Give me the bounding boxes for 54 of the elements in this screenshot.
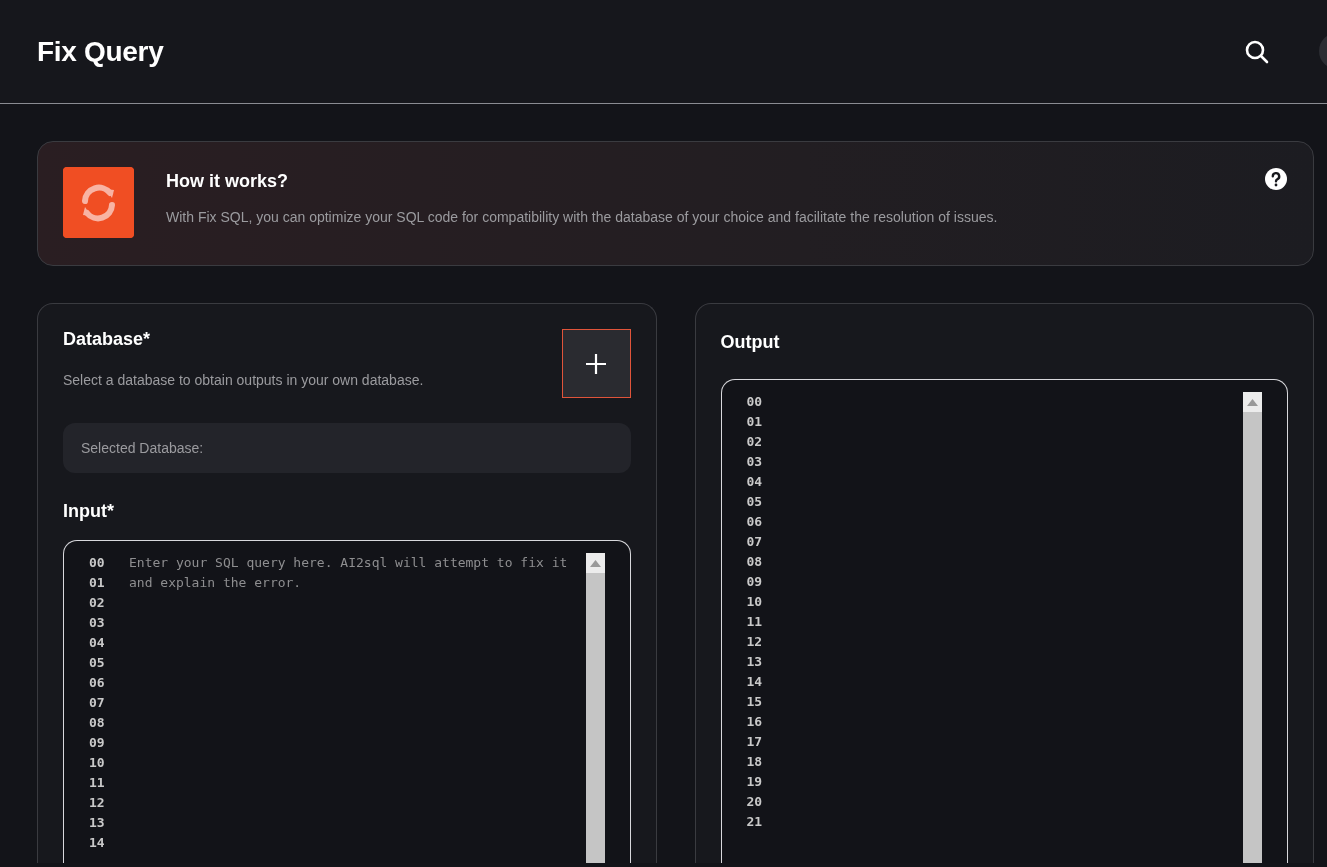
- line-number: 01: [89, 574, 106, 592]
- line-number: 00: [746, 393, 764, 411]
- line-number: 21: [746, 813, 764, 831]
- line-number: 02: [89, 594, 106, 612]
- line-number: 20: [746, 793, 764, 811]
- line-number: 11: [89, 774, 106, 792]
- line-number: 13: [746, 653, 764, 671]
- line-number: 09: [746, 573, 764, 591]
- line-number: 13: [89, 814, 106, 832]
- sql-input-field[interactable]: 00 01 02 03 04 05 06 07 08 09 10 11 12 13 14 Enter your SQL query here. AI2sql will attempt to fix it and explain the error.: [63, 540, 631, 863]
- line-number: 00: [89, 554, 106, 572]
- page-title: Fix Query: [37, 35, 165, 68]
- line-number: 12: [746, 633, 764, 651]
- database-label: Database*: [63, 329, 152, 350]
- line-number: 14: [89, 834, 106, 852]
- line-number: 12: [89, 794, 106, 812]
- line-number: 08: [89, 714, 106, 732]
- line-number: 06: [746, 513, 764, 531]
- selected-database-field[interactable]: Selected Database:: [63, 423, 631, 473]
- line-number: 05: [746, 493, 764, 511]
- line-number: 10: [746, 593, 764, 611]
- search-icon[interactable]: [1244, 38, 1270, 65]
- plus-icon: [585, 352, 607, 375]
- line-number: 16: [746, 713, 764, 731]
- line-number: 19: [746, 773, 764, 791]
- line-number: 07: [89, 694, 106, 712]
- line-number: 18: [746, 753, 764, 771]
- line-number: 17: [746, 733, 764, 751]
- info-description: With Fix SQL, you can optimize your SQL code for compatibility with the database of your choice and facilitate the resolution of issues.: [166, 209, 999, 225]
- scroll-up-icon[interactable]: [1247, 398, 1258, 406]
- info-title: How it works?: [166, 171, 289, 192]
- line-number: 06: [89, 674, 106, 692]
- line-number: 08: [746, 553, 764, 571]
- line-number: 04: [89, 634, 106, 652]
- line-number: 01: [746, 413, 764, 431]
- line-number: 15: [746, 693, 764, 711]
- output-label: Output: [720, 332, 781, 353]
- input-label: Input*: [63, 501, 115, 522]
- line-number: 05: [89, 654, 106, 672]
- scrollbar[interactable]: [1243, 392, 1262, 863]
- add-database-button[interactable]: [561, 329, 631, 398]
- line-number: 03: [746, 453, 764, 471]
- line-number: 14: [746, 673, 764, 691]
- line-number: 02: [746, 433, 764, 451]
- line-number: 10: [89, 754, 106, 772]
- line-number: 04: [746, 473, 764, 491]
- line-number: 11: [746, 613, 764, 631]
- database-hint: Select a database to obtain outputs in your own database.: [63, 372, 424, 388]
- scroll-up-icon[interactable]: [589, 559, 601, 567]
- line-number: 09: [89, 734, 106, 752]
- sync-icon: [63, 167, 134, 238]
- help-icon[interactable]: [1264, 167, 1288, 191]
- line-number: 07: [746, 533, 764, 551]
- line-number: 03: [89, 614, 106, 632]
